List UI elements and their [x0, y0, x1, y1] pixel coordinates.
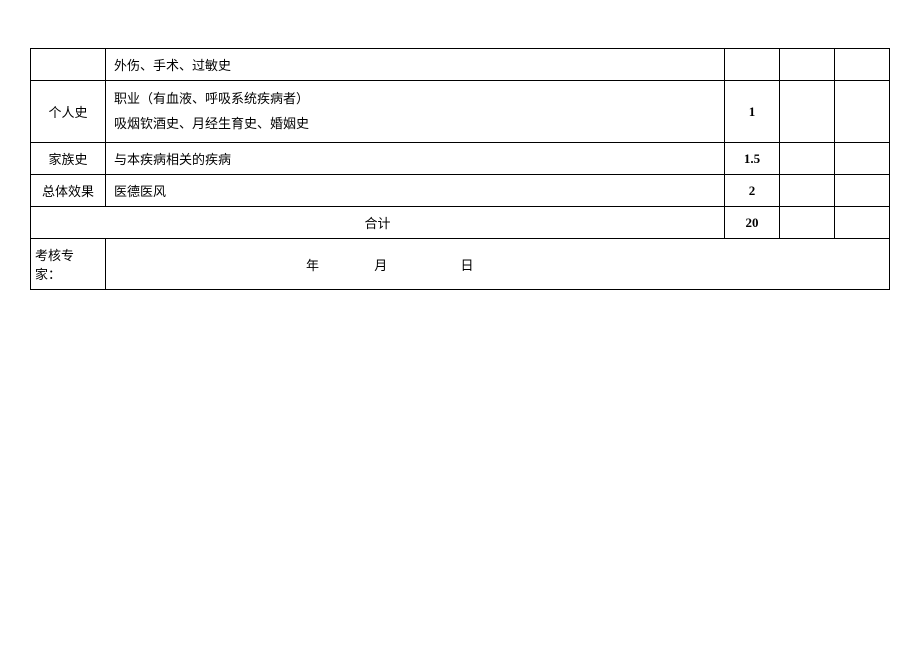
cell-score-personal: 1	[725, 81, 780, 143]
cell-category-overall: 总体效果	[31, 175, 106, 207]
date-month-label: 月	[374, 255, 387, 274]
cell-score-family: 1.5	[725, 143, 780, 175]
cell-empty2-overall	[835, 175, 890, 207]
cell-category-trauma	[31, 49, 106, 81]
cell-category-personal: 个人史	[31, 81, 106, 143]
cell-empty1-total	[780, 207, 835, 239]
cell-empty1-personal	[780, 81, 835, 143]
cell-empty2-trauma	[835, 49, 890, 81]
table-row-footer: 考核专家： 年 月 日	[31, 239, 890, 290]
cell-content-trauma: 外伤、手术、过敏史	[106, 49, 725, 81]
cell-empty1-trauma	[780, 49, 835, 81]
cell-category-family: 家族史	[31, 143, 106, 175]
cell-content-personal: 职业（有血液、呼吸系统疾病者） 吸烟钦酒史、月经生育史、婚姻史	[106, 81, 725, 143]
cell-examiner-label: 考核专家：	[31, 239, 106, 290]
cell-empty2-family	[835, 143, 890, 175]
table-row-total: 合计 20	[31, 207, 890, 239]
cell-content-family: 与本疾病相关的疾病	[106, 143, 725, 175]
cell-empty2-total	[835, 207, 890, 239]
table-row-family: 家族史 与本疾病相关的疾病 1.5	[31, 143, 890, 175]
cell-empty1-family	[780, 143, 835, 175]
cell-empty1-overall	[780, 175, 835, 207]
cell-content-overall: 医德医风	[106, 175, 725, 207]
cell-score-overall: 2	[725, 175, 780, 207]
cell-score-total: 20	[725, 207, 780, 239]
personal-line1: 职业（有血液、呼吸系统疾病者）	[114, 87, 718, 112]
date-day-label: 日	[461, 255, 474, 274]
date-year-label: 年	[306, 255, 319, 274]
table-row-trauma: 外伤、手术、过敏史	[31, 49, 890, 81]
table-row-overall: 总体效果 医德医风 2	[31, 175, 890, 207]
personal-line2: 吸烟钦酒史、月经生育史、婚姻史	[114, 112, 718, 137]
cell-score-trauma	[725, 49, 780, 81]
table-row-personal: 个人史 职业（有血液、呼吸系统疾病者） 吸烟钦酒史、月经生育史、婚姻史 1	[31, 81, 890, 143]
cell-empty2-personal	[835, 81, 890, 143]
cell-total-label: 合计	[31, 207, 725, 239]
evaluation-table: 外伤、手术、过敏史 个人史 职业（有血液、呼吸系统疾病者） 吸烟钦酒史、月经生育…	[30, 48, 890, 290]
cell-date: 年 月 日	[106, 239, 890, 290]
